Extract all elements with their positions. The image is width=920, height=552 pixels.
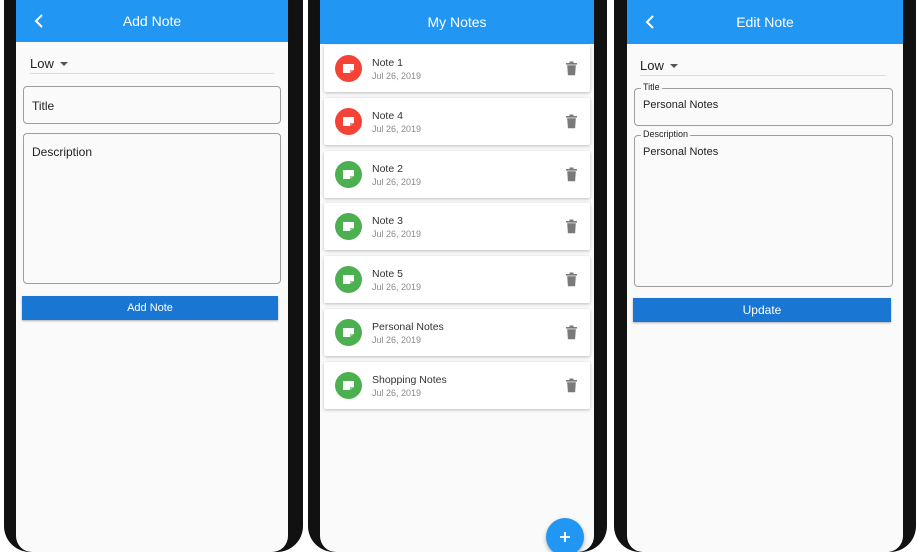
description-label: Description — [641, 129, 691, 139]
note-title: Note 4 — [372, 109, 403, 122]
trash-icon[interactable] — [565, 272, 578, 287]
note-date: Jul 26, 2019 — [372, 123, 422, 134]
note-icon — [343, 328, 354, 337]
note-list-item[interactable]: Personal Notes Jul 26, 2019 — [324, 309, 590, 356]
note-date: Jul 26, 2019 — [372, 176, 422, 187]
priority-avatar — [335, 319, 362, 346]
note-date: Jul 26, 2019 — [372, 71, 422, 81]
description-placeholder: Description — [32, 145, 93, 159]
priority-avatar — [335, 371, 362, 399]
note-date: Jul 26, 2019 — [372, 335, 422, 345]
plus-icon — [560, 532, 570, 542]
priority-avatar — [335, 107, 362, 135]
priority-avatar — [335, 266, 362, 294]
chevron-left-icon — [34, 14, 43, 28]
priority-dropdown[interactable]: Low — [640, 56, 886, 76]
description-field[interactable]: Description — [23, 133, 281, 284]
note-list-item[interactable]: Note 3 Jul 26, 2019 — [324, 203, 590, 251]
chevron-left-icon — [645, 15, 654, 29]
add-note-screen: Add Note Low Title Description Add Note — [16, 0, 288, 552]
description-value: Personal Notes — [643, 146, 719, 158]
app-bar: Edit Note — [627, 0, 903, 44]
note-list-item[interactable]: Note 2 Jul 26, 2019 — [324, 150, 590, 198]
priority-dropdown[interactable]: Low — [30, 54, 274, 74]
priority-avatar — [335, 213, 362, 241]
note-icon — [343, 169, 354, 179]
note-icon — [343, 64, 354, 73]
note-list-item[interactable]: Note 1 Jul 26, 2019 — [324, 45, 590, 92]
note-list-item[interactable]: Note 5 Jul 26, 2019 — [324, 256, 590, 304]
priority-value: Low — [640, 58, 664, 73]
caret-down-icon — [669, 63, 678, 68]
trash-icon[interactable] — [565, 219, 578, 234]
trash-icon[interactable] — [565, 114, 578, 129]
app-bar: Add Note — [16, 0, 288, 42]
note-title: Note 3 — [372, 215, 403, 228]
trash-icon[interactable] — [565, 167, 578, 182]
note-title: Note 1 — [372, 57, 403, 69]
caret-down-icon — [59, 61, 68, 66]
note-icon — [343, 222, 354, 232]
priority-value: Low — [30, 56, 54, 71]
note-icon — [343, 275, 354, 285]
note-title: Note 2 — [372, 162, 403, 175]
page-title: My Notes — [427, 14, 487, 30]
update-button-label: Update — [742, 303, 782, 317]
my-notes-screen: My Notes Note 1 Jul 26, 2019 Note 4 Jul 26,… — [320, 0, 594, 552]
screenshot-stage: Add Note Low Title Description Add Note … — [0, 0, 920, 552]
app-bar: My Notes — [320, 0, 594, 44]
trash-icon[interactable] — [565, 378, 578, 393]
add-note-button[interactable]: Add Note — [22, 296, 278, 320]
title-field[interactable]: Title Personal Notes — [634, 82, 893, 126]
note-icon — [343, 380, 354, 390]
priority-avatar — [335, 55, 362, 82]
page-title: Edit Note — [736, 14, 794, 30]
description-field[interactable]: Description Personal Notes — [634, 129, 893, 287]
edit-note-screen: Edit Note Low Title Personal Notes Descr… — [627, 0, 903, 552]
note-icon — [343, 116, 354, 126]
title-placeholder: Title — [32, 99, 55, 113]
title-value: Personal Notes — [643, 99, 719, 111]
note-list-item[interactable]: Note 4 Jul 26, 2019 — [324, 97, 590, 145]
note-title: Note 5 — [372, 268, 403, 281]
add-note-button-label: Add Note — [127, 302, 173, 314]
trash-icon[interactable] — [565, 61, 578, 76]
note-list-item[interactable]: Shopping Notes Jul 26, 2019 — [324, 361, 590, 409]
update-button[interactable]: Update — [633, 298, 891, 322]
title-field[interactable]: Title — [23, 86, 281, 124]
add-note-fab[interactable] — [546, 518, 584, 552]
note-title: Shopping Notes — [372, 373, 447, 386]
priority-avatar — [335, 160, 362, 188]
note-date: Jul 26, 2019 — [372, 282, 422, 293]
page-title: Add Note — [122, 13, 182, 29]
note-date: Jul 26, 2019 — [372, 387, 422, 398]
back-button[interactable] — [30, 12, 48, 30]
note-title: Personal Notes — [372, 321, 444, 333]
title-label: Title — [641, 82, 662, 92]
trash-icon[interactable] — [565, 325, 578, 340]
back-button[interactable] — [641, 13, 659, 31]
note-date: Jul 26, 2019 — [372, 229, 422, 240]
